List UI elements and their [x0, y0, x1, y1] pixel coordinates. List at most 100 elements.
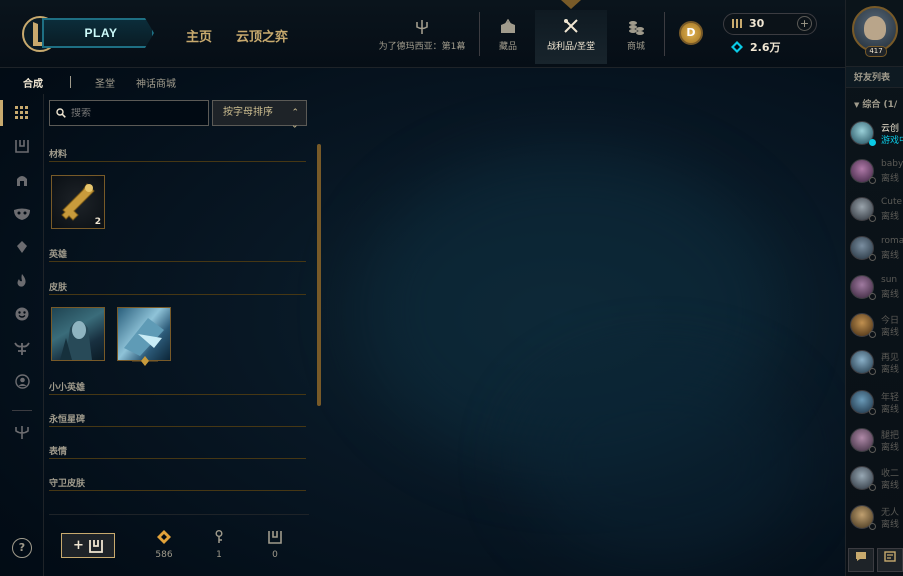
nav-collection[interactable]: 藏品: [483, 10, 533, 64]
active-tab-marker: [561, 0, 581, 9]
loot-scrollbar[interactable]: [317, 144, 321, 406]
flame-icon: [17, 274, 26, 287]
rail-divider: [12, 410, 32, 411]
avatar-face: [864, 16, 886, 40]
friends-group-label: 综合 (1/: [862, 100, 898, 110]
friend-status: 离线: [881, 520, 900, 530]
section-divider: [49, 394, 306, 395]
section-title: 守卫皮肤: [49, 479, 86, 489]
friend-status: 离线: [881, 174, 900, 184]
subtab-sanctum[interactable]: 圣堂: [95, 75, 115, 90]
section-materials: 材料: [49, 147, 306, 162]
search-input[interactable]: [71, 107, 201, 119]
blue-essence-icon: [732, 19, 742, 28]
section-skins: 皮肤: [49, 280, 306, 295]
missions-icon: [884, 551, 896, 562]
chat-button[interactable]: [848, 548, 874, 572]
friend-status-dot: [869, 523, 876, 530]
section-divider: [49, 490, 306, 491]
sort-dropdown[interactable]: 按字母排序 ⌃ ⌃: [212, 100, 307, 128]
blue-essence-display: 30: [731, 17, 764, 30]
grid-icon: [15, 106, 28, 119]
friend-name: Cute: [881, 197, 903, 207]
friend-entry[interactable]: 年轻 离线: [850, 390, 903, 420]
friend-status-dot: [869, 484, 876, 491]
nav-loot[interactable]: 战利品/圣堂: [535, 10, 607, 64]
filter-skin-button[interactable]: [13, 205, 31, 223]
nav-loot-label: 战利品/圣堂: [546, 42, 596, 52]
nav-collection-label: 藏品: [498, 42, 517, 52]
help-button[interactable]: ?: [12, 538, 32, 558]
section-emotes: 表情: [49, 444, 306, 459]
friend-entry[interactable]: 腿把 离线: [850, 428, 903, 458]
friend-entry[interactable]: Cute 离线: [850, 197, 903, 227]
filter-icon-button[interactable]: [13, 372, 31, 390]
nav-event-pass[interactable]: 为了德玛西亚：第1幕: [370, 10, 474, 64]
friend-status-dot: [869, 139, 876, 146]
section-divider: [49, 261, 306, 262]
filter-all-button[interactable]: [0, 100, 31, 126]
bottom-divider: [49, 514, 309, 515]
filter-champion-button[interactable]: [13, 171, 31, 189]
buy-currency-button[interactable]: +: [797, 16, 812, 31]
friend-entry[interactable]: 今日 离线: [850, 313, 903, 343]
store-icon: [629, 21, 644, 35]
filter-tft-button[interactable]: [13, 423, 31, 441]
friend-status-dot: [869, 177, 876, 184]
item-count: 2: [94, 217, 101, 227]
nav-home[interactable]: 主页: [186, 26, 212, 45]
friend-status: 离线: [881, 251, 900, 261]
skin-rarity-gem-icon: [132, 356, 158, 366]
section-divider: [49, 294, 306, 295]
mask-icon: [14, 208, 30, 220]
prime-gaming-coin-icon[interactable]: D: [679, 21, 703, 45]
chest-icon: [89, 539, 103, 553]
trident-icon: [416, 20, 428, 34]
friend-entry[interactable]: 无人 离线: [850, 505, 903, 535]
section-title: 小小英雄: [49, 383, 86, 393]
filter-emote-button[interactable]: [13, 305, 31, 323]
search-icon: [56, 108, 66, 118]
tft-icon: [15, 426, 29, 439]
section-title: 表情: [49, 447, 68, 457]
nav-store[interactable]: 商城: [611, 10, 661, 64]
filter-ward-button[interactable]: [13, 339, 31, 357]
loot-item-key-fragment[interactable]: 2: [51, 175, 105, 229]
chest-counter: 0: [260, 530, 290, 560]
nav-event-pass-label: 为了德玛西亚：第1幕: [378, 42, 466, 52]
nav-tft[interactable]: 云顶之弈: [236, 26, 288, 45]
friend-entry[interactable]: baby 离线: [850, 159, 903, 189]
friend-status-dot: [869, 293, 876, 300]
helmet-icon: [17, 176, 27, 186]
friend-entry[interactable]: 云创游戏中: [850, 121, 903, 151]
clash-button[interactable]: [877, 548, 903, 572]
section-title: 永恒星碑: [49, 415, 86, 425]
blue-essence-value: 30: [749, 17, 765, 30]
friend-status: 离线: [881, 212, 900, 222]
nav-divider: [664, 12, 665, 56]
friends-panel: 417 好友列表 ▼综合 (1/ 云创游戏中 baby 离线 Cute 离线 rom…: [845, 0, 903, 576]
subtab-mythic-shop[interactable]: 神话商城: [136, 75, 176, 90]
loot-item-skin-shard[interactable]: [51, 307, 105, 361]
chevron-updown-icon: ⌃ ⌃: [291, 108, 299, 128]
subtab-crafting[interactable]: 合成: [23, 75, 43, 90]
section-little-legends: 小小英雄: [49, 380, 306, 395]
friend-entry[interactable]: 收二 离线: [850, 466, 903, 496]
filter-little-legend-button[interactable]: [13, 238, 31, 256]
friend-entry[interactable]: sun 离线: [850, 275, 903, 305]
loot-item-skin-shard[interactable]: [117, 307, 171, 361]
key-value: 1: [216, 550, 222, 560]
craft-key-button[interactable]: +: [61, 533, 115, 558]
friends-group-header[interactable]: ▼ 综合 (1/: [854, 97, 897, 110]
friend-status: 离线: [881, 443, 900, 453]
play-button[interactable]: PLAY: [42, 18, 154, 48]
category-rail: [0, 94, 44, 576]
friend-entry[interactable]: 再见 离线: [850, 350, 903, 380]
friend-entry[interactable]: roma 离线: [850, 236, 903, 266]
nav-divider: [479, 12, 480, 56]
filter-eternals-button[interactable]: [13, 272, 31, 290]
chest-value: 0: [272, 550, 278, 560]
friend-status: 离线: [881, 328, 900, 338]
friend-name: sun: [881, 275, 898, 285]
filter-chest-button[interactable]: [13, 137, 31, 155]
